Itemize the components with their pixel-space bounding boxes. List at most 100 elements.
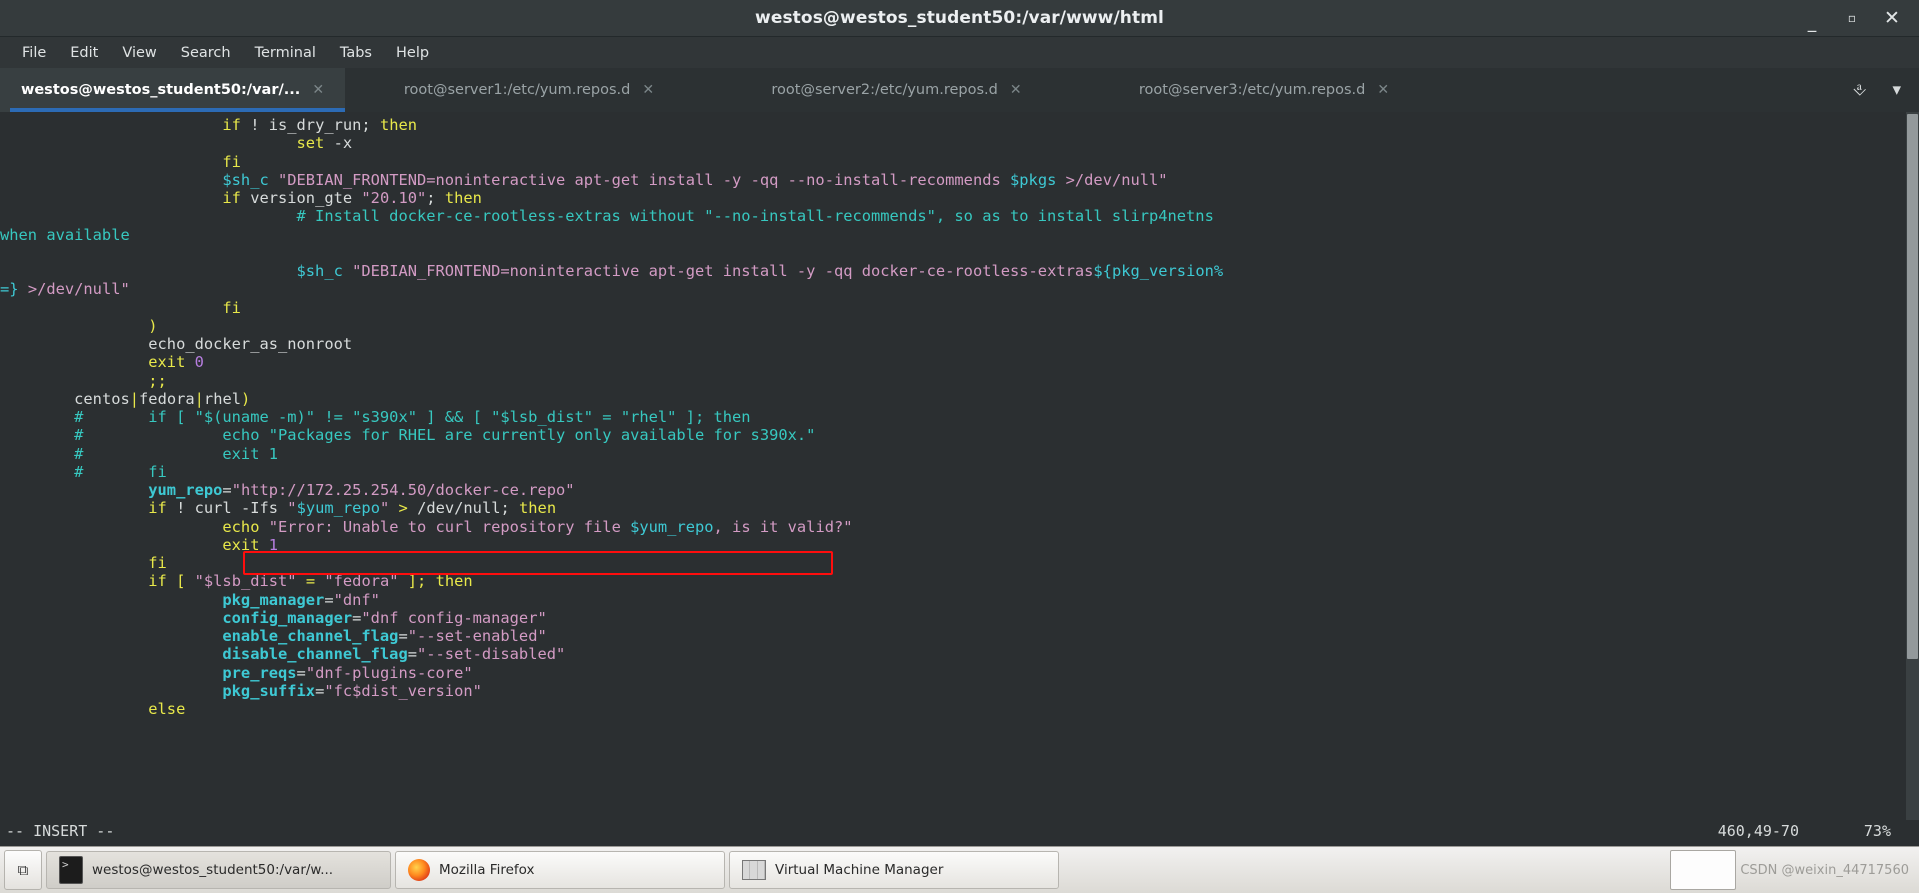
code-token: # exit 1	[74, 444, 278, 463]
chevron-down-icon[interactable]: ▾	[1892, 80, 1901, 100]
vmm-icon	[742, 860, 766, 880]
workspace-switcher[interactable]	[1670, 850, 1737, 890]
code-token: then	[519, 499, 557, 518]
taskbar-item-label: Virtual Machine Manager	[775, 862, 944, 878]
taskbar-item-firefox[interactable]: Mozilla Firefox	[395, 851, 725, 889]
tab-close-icon[interactable]: ✕	[1377, 82, 1389, 98]
code-token: exit	[148, 353, 186, 372]
tab-label: root@server3:/etc/yum.repos.d	[1138, 82, 1366, 98]
tab-westos-student50[interactable]: westos@westos_student50:/var/... ✕	[0, 68, 345, 112]
tab-server3[interactable]: root@server3:/etc/yum.repos.d ✕	[1080, 68, 1448, 112]
code-token: $sh_c	[296, 262, 343, 280]
code-token: exit	[222, 535, 260, 554]
code-token: >/dev/null"	[1056, 170, 1168, 189]
tab-close-icon[interactable]: ✕	[642, 82, 654, 98]
menubar: File Edit View Search Terminal Tabs Help	[0, 37, 1919, 68]
vim-buffer[interactable]: if ! is_dry_run; then set -x fi $sh_c "D…	[0, 116, 1919, 718]
window-titlebar: westos@westos_student50:/var/www/html _ …	[0, 0, 1919, 37]
code-line: echo_docker_as_nonroot	[0, 335, 1919, 353]
code-token: pkg_manager	[222, 590, 325, 609]
code-token: then	[435, 572, 473, 591]
code-token: if	[222, 116, 241, 134]
code-line: else	[0, 700, 1919, 718]
code-token: )	[148, 316, 158, 335]
code-line: centos|fedora|rhel)	[0, 390, 1919, 408]
code-line: =} >/dev/null"	[0, 280, 1919, 298]
scrollbar-thumb[interactable]	[1907, 114, 1918, 659]
code-token: # fi	[74, 462, 167, 481]
terminal-viewport[interactable]: if ! is_dry_run; then set -x fi $sh_c "D…	[0, 112, 1919, 820]
code-token: 0	[194, 353, 204, 372]
tab-server2[interactable]: root@server2:/etc/yum.repos.d ✕	[713, 68, 1080, 112]
menu-view[interactable]: View	[110, 42, 168, 64]
code-token: when available	[0, 225, 130, 244]
code-token: # if [ "$(uname -m)" != "s390x" ] && [ "…	[74, 408, 751, 426]
scroll-percent: 73%	[1863, 822, 1891, 840]
code-token: |	[194, 389, 204, 408]
code-token: "Error: Unable to curl repository file	[259, 517, 631, 536]
tab-close-icon[interactable]: ✕	[1010, 82, 1022, 98]
vertical-scrollbar[interactable]	[1906, 112, 1919, 820]
code-token: "DEBIAN_FRONTEND=noninteractive apt-get …	[268, 170, 1011, 189]
code-token: =	[222, 481, 232, 499]
code-token: >	[398, 499, 408, 518]
close-icon[interactable]: ✕	[1883, 8, 1901, 28]
code-token: =	[398, 627, 408, 645]
code-line: when available	[0, 226, 1919, 244]
code-token: fedora	[139, 389, 195, 408]
terminal-window: westos@westos_student50:/var/www/html _ …	[0, 0, 1919, 893]
code-token: version_gte	[240, 189, 362, 207]
show-desktop-icon[interactable]: ⧉	[4, 850, 42, 890]
code-token: ! curl -Ifs	[166, 499, 288, 518]
cursor-position: 460,49-70	[1717, 822, 1799, 840]
code-line: fi	[0, 153, 1919, 171]
tab-close-icon[interactable]: ✕	[312, 82, 324, 98]
code-line: if ! curl -Ifs "$yum_repo" > /dev/null; …	[0, 499, 1919, 517]
code-token: "fedora"	[324, 572, 399, 591]
firefox-icon	[408, 859, 430, 881]
code-token: centos	[74, 389, 130, 408]
menu-search[interactable]: Search	[169, 42, 243, 64]
code-line: disable_channel_flag="--set-disabled"	[0, 645, 1919, 663]
code-token: "DEBIAN_FRONTEND=noninteractive apt-get …	[342, 262, 1094, 280]
code-token: =	[315, 681, 325, 700]
taskbar-item-vmm[interactable]: Virtual Machine Manager	[729, 851, 1059, 889]
code-line: )	[0, 317, 1919, 335]
code-token: "--set-disabled"	[417, 645, 566, 664]
code-token: ];	[398, 572, 436, 591]
maximize-icon[interactable]: ▫	[1843, 12, 1861, 24]
code-line: fi	[0, 554, 1919, 572]
code-token: pre_reqs	[222, 663, 297, 682]
menu-file[interactable]: File	[10, 42, 58, 64]
menu-tabs[interactable]: Tabs	[328, 42, 384, 64]
code-token: =	[324, 590, 334, 609]
code-token: echo_docker_as_nonroot	[148, 335, 353, 353]
code-token: "fc$dist_version"	[324, 681, 482, 700]
vim-mode-indicator: -- INSERT --	[6, 822, 115, 840]
menu-help[interactable]: Help	[384, 42, 441, 64]
taskbar-item-terminal[interactable]: westos@westos_student50:/var/w...	[46, 851, 391, 889]
minimize-icon[interactable]: _	[1803, 14, 1821, 32]
code-token: enable_channel_flag	[222, 627, 399, 645]
code-token: "dnf-plugins-core"	[305, 663, 473, 682]
menu-terminal[interactable]: Terminal	[243, 42, 328, 64]
menu-edit[interactable]: Edit	[58, 42, 110, 64]
code-token: [	[166, 572, 195, 591]
tab-label: root@server2:/etc/yum.repos.d	[771, 82, 998, 98]
code-token: config_manager	[222, 608, 353, 627]
tab-server1[interactable]: root@server1:/etc/yum.repos.d ✕	[345, 68, 713, 112]
new-tab-icon[interactable]: ⎀	[1853, 80, 1867, 100]
